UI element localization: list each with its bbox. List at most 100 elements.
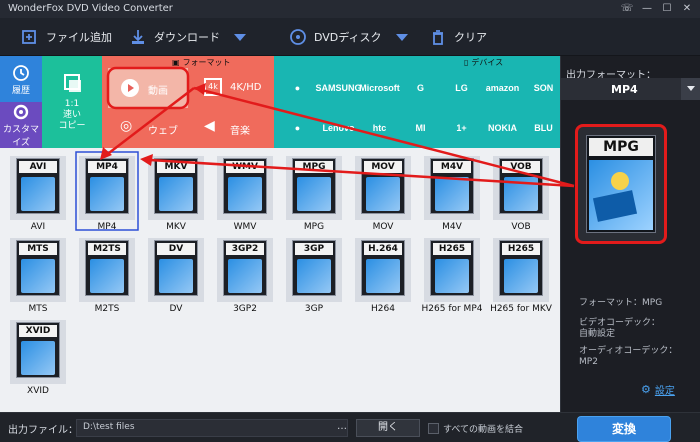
format-item-3gp2[interactable]: 3GP2 3GP2 <box>213 234 277 314</box>
brand-tile[interactable]: NOKIA <box>479 108 526 148</box>
format-label: H265 for MP4 <box>421 304 483 314</box>
info-video-codec-label: ビデオコーデック： <box>579 318 661 328</box>
info-audio-codec-label: オーディオコーデック： <box>579 346 678 356</box>
download-label: ダウンロード <box>154 31 220 44</box>
format-tag: M2TS <box>88 243 126 255</box>
chevron-down-icon[interactable] <box>395 33 408 41</box>
add-file-icon <box>20 27 40 47</box>
format-item-3gp[interactable]: 3GP 3GP <box>282 234 346 314</box>
format-label: MTS <box>28 304 48 314</box>
brand-tile[interactable]: 1+ <box>438 108 485 148</box>
globe-icon: ◎ <box>120 118 133 134</box>
settings-button[interactable]: ⚙ 設定 <box>641 382 675 397</box>
close-button[interactable]: ✕ <box>680 2 694 16</box>
gear-icon: ⚙ <box>641 383 651 396</box>
open-folder-button[interactable]: 開く <box>356 419 420 437</box>
format-label: MKV <box>166 222 186 232</box>
format-item-vob[interactable]: VOB VOB <box>489 152 553 232</box>
format-item-m2ts[interactable]: M2TS M2TS <box>75 234 139 314</box>
format-item-mov[interactable]: MOV MOV <box>351 152 415 232</box>
format-item-mts[interactable]: MTS MTS <box>6 234 70 314</box>
format-artwork <box>297 259 331 293</box>
video-file-icon: MPG <box>292 158 336 214</box>
format-item-mkv[interactable]: MKV MKV <box>144 152 208 232</box>
brand-tile[interactable]: htc <box>356 108 403 148</box>
format-item-xvid[interactable]: XVID XVID <box>6 316 70 396</box>
merge-all-checkbox[interactable]: すべての動画を結合 <box>428 422 523 435</box>
format-item-mpg[interactable]: MPG MPG <box>282 152 346 232</box>
format-artwork <box>504 177 538 211</box>
format-tag: VOB <box>502 161 540 173</box>
format-tag: 3GP <box>295 243 333 255</box>
video-category-button[interactable]: 動画 <box>108 68 188 108</box>
format-label: AVI <box>30 222 46 232</box>
format-grid: AVI AVI MP4 MP4 MKV MKV WMV WMV MPG MPG MOV MOV M4V M… <box>0 148 560 412</box>
brand-tile[interactable]: Lenovo <box>315 108 362 148</box>
output-path-field[interactable]: D:\test files <box>76 419 348 437</box>
brand-tile[interactable]: MI <box>397 108 444 148</box>
chevron-down-icon[interactable] <box>681 78 700 100</box>
brand-tile[interactable]: LG <box>438 68 485 108</box>
format-item-avi[interactable]: AVI AVI <box>6 152 70 232</box>
chevron-down-icon[interactable] <box>234 33 246 41</box>
brand-tile[interactable]: Microsoft <box>356 68 403 108</box>
video-file-icon: AVI <box>16 158 60 214</box>
play-icon <box>121 79 139 97</box>
format-tag: DV <box>157 243 195 255</box>
film-icon <box>589 160 653 230</box>
hd-category-button[interactable]: 4k 4K/HD <box>190 68 274 108</box>
add-file-label: ファイル追加 <box>46 31 112 44</box>
download-button[interactable]: ダウンロード <box>128 25 246 49</box>
brand-tile[interactable]: ● <box>274 108 321 148</box>
brand-label: G <box>416 83 424 93</box>
brand-tile[interactable]: amazon <box>479 68 526 108</box>
format-item-dv[interactable]: DV DV <box>144 234 208 314</box>
device-header: ▯ デバイス <box>464 57 504 67</box>
format-label: H265 for MKV <box>490 304 552 314</box>
add-file-button[interactable]: ファイル追加 <box>20 25 112 49</box>
minimize-button[interactable]: — <box>640 2 654 16</box>
format-artwork <box>435 259 469 293</box>
customize-label: カスタマイズ <box>2 125 39 148</box>
video-file-icon: H265 <box>499 240 543 296</box>
web-category-button[interactable]: ◎ ウェブ <box>108 108 190 148</box>
music-category-label: 音楽 <box>230 126 250 137</box>
format-artwork <box>366 259 400 293</box>
format-item-mp4[interactable]: MP4 MP4 <box>75 152 139 232</box>
brand-label: htc <box>372 123 387 133</box>
browse-button[interactable]: … <box>334 419 350 437</box>
format-tag: WMV <box>226 161 264 173</box>
format-item-h265-for-mkv[interactable]: H265 H265 for MKV <box>489 234 553 314</box>
video-file-icon: WMV <box>223 158 267 214</box>
web-category-label: ウェブ <box>148 126 178 137</box>
chat-icon[interactable]: ☏ <box>620 2 634 16</box>
format-label: WMV <box>233 222 257 232</box>
format-item-h265-for-mp4[interactable]: H265 H265 for MP4 <box>420 234 484 314</box>
video-file-icon: M2TS <box>85 240 129 296</box>
format-label: MPG <box>303 222 325 232</box>
clear-label: クリア <box>454 31 487 44</box>
clear-button[interactable]: クリア <box>428 25 487 49</box>
fast-copy-tile[interactable]: 1:1 速い コピー <box>42 56 102 148</box>
format-tag: MOV <box>364 161 402 173</box>
brand-tile[interactable]: ● <box>274 68 321 108</box>
maximize-button[interactable]: ☐ <box>660 2 674 16</box>
dvd-disc-button[interactable]: DVDディスク <box>288 25 408 49</box>
copy-icon <box>64 73 81 92</box>
gear-icon <box>13 104 29 120</box>
history-tile[interactable]: 履歴 <box>0 56 42 102</box>
video-file-icon: MKV <box>154 158 198 214</box>
main-toolbar: ファイル追加 ダウンロード DVDディスク クリア <box>0 18 700 56</box>
customize-tile[interactable]: カスタマイズ <box>0 102 42 148</box>
brand-tile[interactable]: G <box>397 68 444 108</box>
history-label: 履歴 <box>11 85 30 96</box>
output-format-select[interactable]: MP4 <box>561 78 700 100</box>
brand-tile[interactable]: SAMSUNG <box>315 68 362 108</box>
convert-button[interactable]: 変換 <box>578 417 670 441</box>
brand-label: Lenovo <box>322 123 355 133</box>
format-item-m4v[interactable]: M4V M4V <box>420 152 484 232</box>
format-tag: MTS <box>19 243 57 255</box>
format-item-wmv[interactable]: WMV WMV <box>213 152 277 232</box>
music-category-button[interactable]: ◀ 音楽 <box>190 108 274 148</box>
format-item-h264[interactable]: H.264 H264 <box>351 234 415 314</box>
